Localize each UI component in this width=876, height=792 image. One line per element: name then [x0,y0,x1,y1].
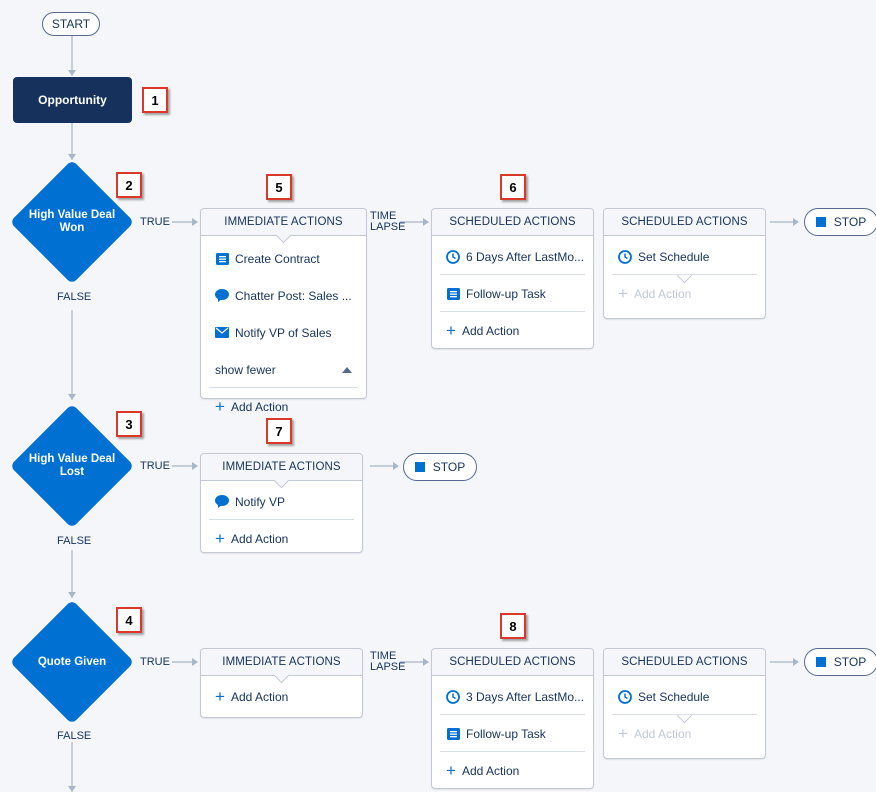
triangle-up-icon [342,366,352,373]
card-title: IMMEDIATE ACTIONS [201,649,362,684]
add-action-button[interactable]: + Add Action [432,312,593,349]
true-label: TRUE [140,656,170,668]
false-label: FALSE [57,291,92,303]
time-lapse-label: TIME LAPSE [370,650,406,673]
schedule-6-days[interactable]: 6 Days After LastMo... [432,238,593,275]
callout-marker-4: 4 [116,607,142,633]
stop-node-2: STOP [403,453,477,481]
card-title: IMMEDIATE ACTIONS [201,209,366,244]
immediate-actions-card-3: IMMEDIATE ACTIONS + Add Action [200,648,363,718]
plus-icon: + [618,283,628,303]
chat-bubble-icon [215,495,229,509]
false-label: FALSE [57,535,92,547]
callout-marker-8: 8 [500,613,526,639]
add-action-button[interactable]: + Add Action [432,752,593,789]
callout-marker-5: 5 [266,174,292,200]
scheduled-actions-card-4: SCHEDULED ACTIONS Set Schedule + Add Act… [603,648,766,759]
stop-square-icon [815,657,826,667]
scheduled-actions-card-2: SCHEDULED ACTIONS Set Schedule + Add Act… [603,208,766,319]
card-title: SCHEDULED ACTIONS [604,649,765,676]
callout-marker-1: 1 [142,87,168,113]
add-action-button[interactable]: + Add Action [201,520,362,557]
plus-icon: + [446,320,456,340]
start-node: START [42,12,100,36]
card-title: IMMEDIATE ACTIONS [201,454,362,489]
time-lapse-label: TIME LAPSE [370,210,406,233]
plus-icon: + [446,760,456,780]
scheduled-actions-card-3: SCHEDULED ACTIONS 3 Days After LastMo...… [431,648,594,789]
show-fewer-toggle[interactable]: show fewer [201,351,366,388]
card-title: SCHEDULED ACTIONS [432,649,593,676]
clock-icon [618,249,632,264]
action-notify-vp-of-sales[interactable]: Notify VP of Sales [201,314,366,351]
add-action-button[interactable]: + Add Action [201,388,366,425]
action-notify-vp[interactable]: Notify VP [201,483,362,520]
add-action-button-disabled: + Add Action [618,723,692,743]
plus-icon: + [215,528,225,548]
false-label: FALSE [57,730,92,742]
immediate-actions-card-2: IMMEDIATE ACTIONS Notify VP + Add Action [200,453,363,553]
clock-icon [618,689,632,704]
stop-node-3: STOP [804,648,876,676]
chat-bubble-icon [215,289,229,303]
true-label: TRUE [140,216,170,228]
envelope-icon [215,326,229,340]
stop-square-icon [414,462,425,472]
callout-marker-6: 6 [500,174,526,200]
card-title: SCHEDULED ACTIONS [604,209,765,236]
action-follow-up-task[interactable]: Follow-up Task [432,715,593,752]
start-label: START [51,17,91,31]
add-action-button[interactable]: + Add Action [201,678,362,715]
plus-icon: + [215,686,225,706]
true-label: TRUE [140,460,170,472]
schedule-3-days[interactable]: 3 Days After LastMo... [432,678,593,715]
task-list-icon [446,287,460,301]
stop-node-1: STOP [804,208,876,236]
task-list-icon [446,727,460,741]
callout-marker-3: 3 [116,411,142,437]
object-node-opportunity[interactable]: Opportunity [13,77,132,123]
set-schedule-button[interactable]: Set Schedule [604,238,765,284]
action-follow-up-task[interactable]: Follow-up Task [432,275,593,312]
scheduled-actions-card-1: SCHEDULED ACTIONS 6 Days After LastMo...… [431,208,594,349]
object-label: Opportunity [38,93,107,107]
stop-square-icon [815,217,826,227]
add-action-button-disabled: + Add Action [618,283,692,303]
action-chatter-post[interactable]: Chatter Post: Sales ... [201,277,366,314]
plus-icon: + [618,723,628,743]
task-list-icon [215,252,229,266]
card-title: SCHEDULED ACTIONS [432,209,593,236]
callout-marker-2: 2 [116,172,142,198]
set-schedule-button[interactable]: Set Schedule [604,678,765,724]
plus-icon: + [215,396,225,416]
clock-icon [446,249,460,264]
action-create-contract[interactable]: Create Contract [201,240,366,277]
immediate-actions-card-1: IMMEDIATE ACTIONS Create Contract Chatte… [200,208,367,415]
clock-icon [446,689,460,704]
